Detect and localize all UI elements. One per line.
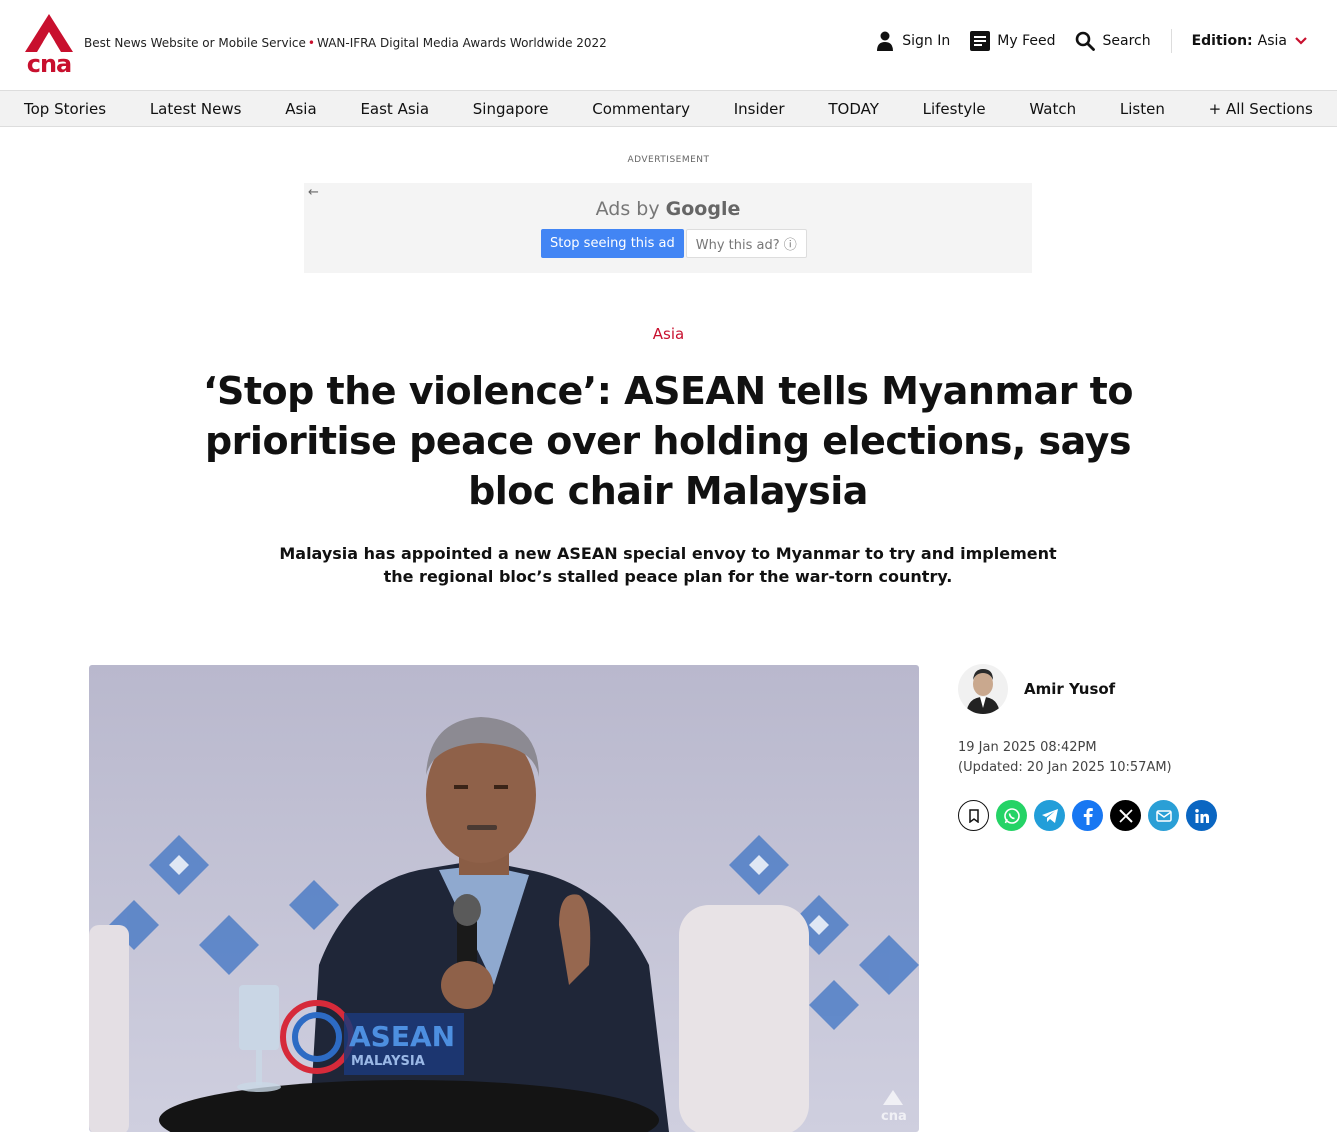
article-category[interactable]: Asia [0, 325, 1337, 343]
ad-buttons: Stop seeing this ad Why this ad? ⓘ [541, 229, 807, 258]
nav-item-listen[interactable]: Listen [1120, 100, 1165, 118]
my-feed-button[interactable]: My Feed [970, 31, 1055, 51]
google-label: Google [665, 198, 741, 220]
chevron-down-icon [1295, 34, 1307, 48]
article-headline: ‘Stop the violence’: ASEAN tells Myanmar… [203, 369, 1133, 513]
author-block[interactable]: Amir Yusof [958, 664, 1115, 714]
published-time: 19 Jan 2025 08:42PM [958, 740, 1097, 755]
image-watermark: cna [881, 1109, 907, 1124]
section-nav: Top Stories Latest News Asia East Asia S… [0, 90, 1337, 127]
telegram-icon [1041, 808, 1058, 823]
ads-by-label: Ads by [595, 198, 660, 220]
sign-in-button[interactable]: Sign In [875, 31, 950, 51]
logo-text: cna [26, 50, 73, 78]
linkedin-share-button[interactable] [1186, 800, 1217, 831]
stop-seeing-ad-button[interactable]: Stop seeing this ad [541, 229, 684, 258]
user-icon [875, 31, 895, 51]
edition-value: Asia [1257, 33, 1287, 49]
email-icon [1155, 809, 1172, 822]
author-name[interactable]: Amir Yusof [1024, 680, 1115, 698]
updated-time: (Updated: 20 Jan 2025 10:57AM) [958, 760, 1172, 775]
nav-item-today[interactable]: TODAY [828, 100, 879, 118]
podium-asean-text: ASEAN [349, 1020, 455, 1053]
article-hero-image[interactable]: ASEAN MALAYSIA cna [89, 665, 919, 1132]
article-summary: Malaysia has appointed a new ASEAN speci… [279, 544, 1057, 586]
nav-item-top-stories[interactable]: Top Stories [24, 100, 106, 118]
edition-selector[interactable]: Edition: Asia [1192, 33, 1307, 49]
my-feed-label: My Feed [997, 33, 1056, 49]
search-label: Search [1102, 33, 1151, 49]
cna-logo[interactable]: cna [25, 14, 73, 76]
ads-by-google: Ads by Google [304, 198, 1032, 220]
nav-item-watch[interactable]: Watch [1029, 100, 1076, 118]
feed-icon [970, 31, 991, 51]
why-this-ad-button[interactable]: Why this ad? ⓘ [685, 229, 807, 258]
edition-label: Edition: [1191, 33, 1253, 49]
podium-malaysia-text: MALAYSIA [351, 1054, 425, 1069]
facebook-icon [1083, 807, 1093, 825]
bookmark-icon [968, 808, 979, 823]
bookmark-button[interactable] [958, 800, 989, 831]
award-text: Best News Website or Mobile Service • WAN-… [84, 36, 607, 50]
nav-item-lifestyle[interactable]: Lifestyle [923, 100, 986, 118]
nav-item-asia[interactable]: Asia [285, 100, 316, 118]
advertisement-label: ADVERTISEMENT [627, 155, 710, 165]
search-icon [1075, 31, 1096, 51]
email-share-button[interactable] [1148, 800, 1179, 831]
nav-item-commentary[interactable]: Commentary [592, 100, 690, 118]
header-divider [1170, 29, 1172, 53]
nav-item-singapore[interactable]: Singapore [473, 100, 549, 118]
nav-item-all-sections[interactable]: + All Sections [1209, 100, 1313, 118]
award-name: Best News Website or Mobile Service [84, 36, 306, 50]
author-avatar[interactable] [958, 664, 1008, 714]
ad-container: ← Ads by Google Stop seeing this ad Why … [304, 183, 1032, 273]
facebook-share-button[interactable] [1072, 800, 1103, 831]
telegram-share-button[interactable] [1034, 800, 1065, 831]
search-button[interactable]: Search [1075, 31, 1151, 51]
header-actions: Sign In My Feed Search Edition: Asia [855, 28, 1307, 54]
award-separator-icon: • [307, 36, 315, 50]
whatsapp-icon [1003, 807, 1020, 824]
whatsapp-share-button[interactable] [996, 800, 1027, 831]
x-share-button[interactable] [1110, 800, 1141, 831]
nav-item-east-asia[interactable]: East Asia [360, 100, 429, 118]
publish-date: 19 Jan 2025 08:42PM (Updated: 20 Jan 202… [958, 738, 1172, 778]
linkedin-icon [1194, 808, 1209, 823]
award-org: WAN-IFRA Digital Media Awards Worldwide … [316, 36, 607, 50]
sign-in-label: Sign In [902, 33, 951, 49]
site-header: cna Best News Website or Mobile Service •… [0, 0, 1337, 90]
share-bar [958, 800, 1224, 831]
nav-item-insider[interactable]: Insider [734, 100, 785, 118]
nav-item-latest-news[interactable]: Latest News [150, 100, 242, 118]
x-icon [1118, 808, 1133, 823]
cna-logo-triangle-icon [25, 14, 73, 52]
